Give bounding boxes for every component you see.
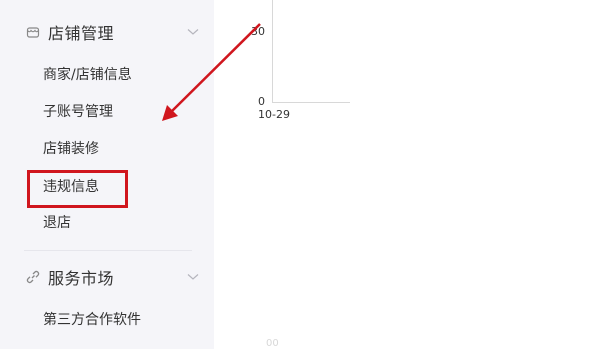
chart-y-axis xyxy=(272,0,273,103)
sidebar-item-store-decoration[interactable]: 店铺装修 xyxy=(43,137,99,161)
x-tick-label: 10-29 xyxy=(258,108,290,121)
sidebar-group-title: 服务市场 xyxy=(48,269,115,288)
sidebar-group-store-management[interactable]: 店铺管理 xyxy=(0,12,214,52)
sidebar-item-merchant-store-info[interactable]: 商家/店铺信息 xyxy=(43,63,132,87)
sidebar: 店铺管理 商家/店铺信息 子账号管理 店铺装修 违规信息 退店 服务市场 第三方… xyxy=(0,0,214,349)
chart-area: 30 0 10-29 00 xyxy=(214,0,614,349)
page: 店铺管理 商家/店铺信息 子账号管理 店铺装修 违规信息 退店 服务市场 第三方… xyxy=(0,0,614,349)
store-icon xyxy=(25,24,41,40)
chart-x-axis xyxy=(272,102,350,103)
y-tick-label: 0 xyxy=(258,95,265,108)
sidebar-item-close-store[interactable]: 退店 xyxy=(43,211,71,235)
sidebar-item-third-party-software[interactable]: 第三方合作软件 xyxy=(43,308,141,332)
sidebar-divider xyxy=(24,250,192,251)
highlight-box xyxy=(27,170,128,208)
chevron-down-icon[interactable] xyxy=(186,25,200,39)
faint-label: 00 xyxy=(266,338,279,349)
y-tick-label: 30 xyxy=(251,25,265,38)
link-icon xyxy=(25,269,41,285)
chevron-down-icon[interactable] xyxy=(186,270,200,284)
sidebar-item-sub-account-management[interactable]: 子账号管理 xyxy=(43,100,113,124)
sidebar-group-title: 店铺管理 xyxy=(48,24,115,43)
sidebar-group-service-market[interactable]: 服务市场 xyxy=(0,257,214,297)
